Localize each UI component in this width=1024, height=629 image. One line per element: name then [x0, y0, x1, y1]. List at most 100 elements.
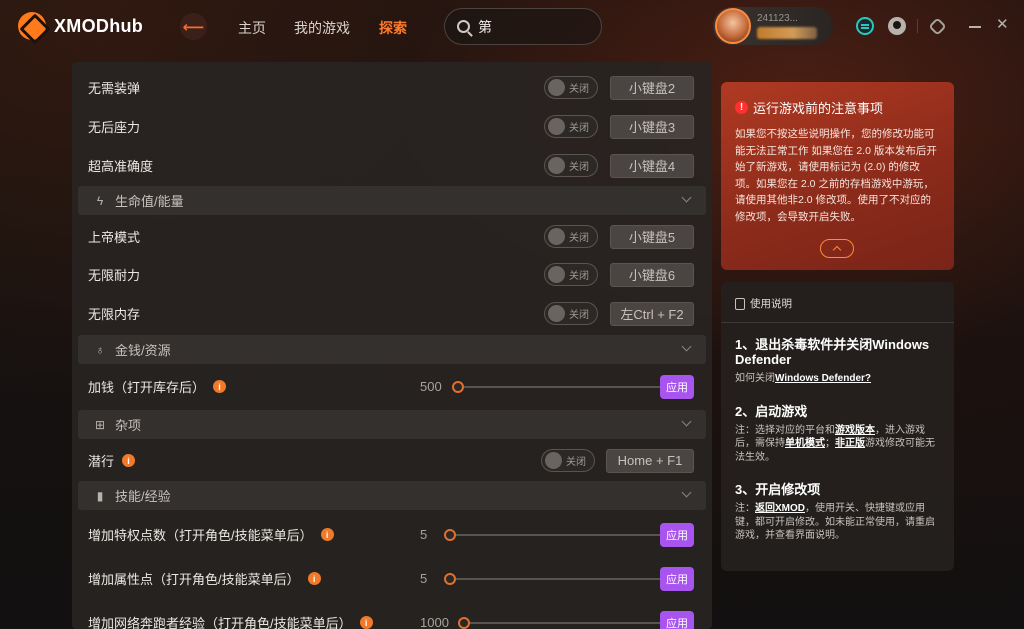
mod-row-god-mode: 上帝模式 关闭 小键盘5 [88, 217, 698, 256]
slider-track[interactable] [464, 622, 660, 624]
toggle-knob [548, 266, 565, 283]
notice-header: ! 运行游戏前的注意事项 [735, 98, 940, 117]
slider-thumb[interactable] [458, 617, 470, 629]
info-icon[interactable]: i [122, 454, 136, 467]
mod-row-accuracy: 超高准确度 关闭 小键盘4 [88, 146, 698, 185]
divider [721, 322, 954, 323]
coin-icon[interactable] [856, 17, 874, 35]
mod-label: 增加特权点数（打开角色/技能菜单后） i [88, 525, 334, 544]
hotkey-button[interactable]: 小键盘2 [610, 75, 694, 100]
windows-defender-link[interactable]: Windows Defender? [775, 373, 871, 384]
mod-toggle[interactable]: 关闭 [544, 263, 598, 286]
mod-label: 上帝模式 [88, 230, 141, 245]
toggle-knob [548, 157, 565, 174]
hotkey-button[interactable]: 小键盘5 [610, 224, 694, 249]
apply-button[interactable]: 应用 [660, 375, 694, 399]
notice-card: ! 运行游戏前的注意事项 如果您不按这些说明操作，您的修改功能可能无法正常工作 … [721, 82, 954, 270]
section-health[interactable]: ϟ 生命值/能量 [78, 186, 706, 215]
hotkey-button[interactable]: 小键盘3 [610, 114, 694, 139]
slider-thumb[interactable] [452, 381, 464, 393]
info-icon[interactable]: i [359, 616, 373, 629]
section-money[interactable]: ♁ 金钱/资源 [78, 335, 706, 364]
info-icon[interactable]: i [320, 528, 334, 541]
mod-toggle[interactable]: 关闭 [541, 449, 595, 472]
guide-step-2: 2、启动游戏 注：选择对应的平台和游戏版本，进入游戏后，需保持单机模式；非正版游… [735, 404, 940, 465]
hotkey-button[interactable]: Home + F1 [606, 448, 694, 473]
mod-label: 无限内存 [88, 307, 141, 322]
mod-toggle[interactable]: 关闭 [544, 154, 598, 177]
notice-body: 如果您不按这些说明操作，您的修改功能可能无法正常工作 如果您在 2.0 版本发布… [735, 128, 937, 223]
guide-title: 使用说明 [750, 298, 792, 310]
section-misc[interactable]: ⊞ 杂项 [78, 410, 706, 439]
step-text: 如何关闭 [735, 373, 775, 384]
chevron-down-icon [681, 341, 692, 352]
minimize-icon[interactable] [969, 26, 981, 28]
info-icon[interactable]: i [213, 380, 227, 393]
step-heading: 3、开启修改项 [735, 482, 821, 497]
hotkey-button[interactable]: 小键盘6 [610, 262, 694, 287]
slider-thumb[interactable] [444, 529, 456, 541]
non-genuine-link[interactable]: 非正版 [835, 438, 865, 449]
info-icon[interactable]: i [307, 572, 321, 585]
section-skills[interactable]: ▮ 技能/经验 [78, 481, 706, 510]
step-body: 注：选择对应的平台和游戏版本，进入游戏后，需保持单机模式；非正版游戏修改可能无法… [735, 424, 940, 465]
slider-track[interactable] [450, 534, 660, 536]
nav-my-games[interactable]: 我的游戏 [294, 18, 350, 38]
collapse-button[interactable] [820, 239, 854, 258]
slider-value: 500 [420, 379, 442, 394]
return-xmod-link[interactable]: 返回XMOD [755, 503, 805, 514]
mod-toggle[interactable]: 关闭 [544, 225, 598, 248]
apply-button[interactable]: 应用 [660, 523, 694, 547]
mod-label: 加钱（打开库存后） i [88, 377, 227, 396]
mod-toggle[interactable]: 关闭 [544, 302, 598, 325]
mod-row-no-recoil: 无后座力 关闭 小键盘3 [88, 107, 698, 146]
apply-button[interactable]: 应用 [660, 567, 694, 591]
mod-label-text: 潜行 [88, 454, 115, 469]
notification-icon[interactable] [888, 17, 906, 35]
document-icon [735, 297, 745, 310]
toggle-state: 关闭 [569, 162, 589, 173]
bar-chart-icon: ▮ [96, 488, 104, 503]
apply-button[interactable]: 应用 [660, 611, 694, 629]
guide-step-1: 1、退出杀毒软件并关闭Windows Defender 如何关闭Windows … [735, 337, 940, 386]
mod-toggle[interactable]: 关闭 [544, 76, 598, 99]
single-player-link[interactable]: 单机模式 [785, 438, 825, 449]
mod-toggle[interactable]: 关闭 [544, 115, 598, 138]
hotkey-button[interactable]: 左Ctrl + F2 [610, 301, 694, 326]
step-text: 注：选择对应的平台和 [735, 424, 835, 436]
toggle-state: 关闭 [569, 84, 589, 95]
user-profile[interactable]: 241123... [713, 7, 833, 45]
search-input[interactable]: 第 [444, 8, 602, 45]
xmod-logo-icon [18, 12, 46, 40]
step-body: 如何关闭Windows Defender? [735, 372, 940, 386]
toggle-state: 关闭 [569, 233, 589, 244]
mod-row-perk-points: 增加特权点数（打开角色/技能菜单后） i 5 应用 [88, 515, 698, 554]
logo[interactable]: XMODhub [18, 12, 143, 40]
close-icon[interactable]: ✕ [996, 15, 1009, 33]
toggle-state: 关闭 [566, 457, 586, 468]
top-bar: XMODhub ⟵ 主页 我的游戏 探索 第 241123... ✕ [0, 0, 1024, 54]
mod-label: 无后座力 [88, 120, 141, 135]
nav-home[interactable]: 主页 [238, 18, 266, 38]
nav-explore[interactable]: 探索 [379, 18, 407, 38]
arrow-left-icon: ⟵ [182, 18, 205, 36]
slider-track[interactable] [450, 578, 660, 580]
mod-row-memory: 无限内存 关闭 左Ctrl + F2 [88, 294, 698, 333]
slider-track[interactable] [458, 386, 660, 388]
back-button[interactable]: ⟵ [180, 13, 207, 40]
game-version-link[interactable]: 游戏版本 [835, 425, 875, 436]
section-label: 金钱/资源 [115, 343, 171, 358]
mod-label-text: 增加网络奔跑者经验（打开角色/技能菜单后） [88, 616, 352, 629]
mod-label: 增加属性点（打开角色/技能菜单后） i [88, 569, 321, 588]
hotkey-button[interactable]: 小键盘4 [610, 153, 694, 178]
step-body: 注：返回XMOD，使用开关、快捷键或应用键，都可开启修改。如未能正常使用，请重启… [735, 502, 940, 543]
logo-text: XMODhub [54, 15, 144, 36]
chevron-down-icon [681, 416, 692, 427]
chevron-down-icon [681, 487, 692, 498]
section-label: 杂项 [115, 418, 142, 433]
slider-thumb[interactable] [444, 573, 456, 585]
settings-icon[interactable] [928, 17, 947, 36]
lightning-icon: ϟ [96, 193, 104, 208]
user-name: 241123... [757, 13, 798, 24]
toggle-knob [548, 79, 565, 96]
